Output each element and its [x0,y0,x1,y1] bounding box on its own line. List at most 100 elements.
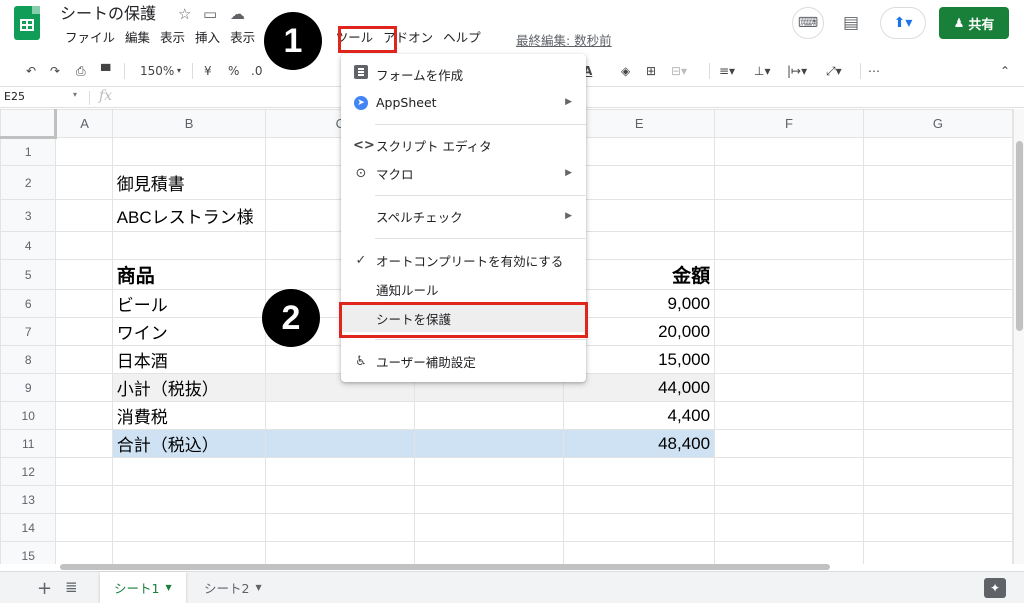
cell[interactable] [714,457,864,486]
cell[interactable] [862,485,1013,514]
cell[interactable] [111,513,267,542]
name-box-chevron-icon[interactable]: ▾ [73,90,77,99]
cell-e[interactable]: 48,400 [563,429,716,458]
sheet-tab-2[interactable]: シート2 ▼ [190,572,276,603]
cell[interactable] [55,401,113,430]
undo-icon[interactable]: ↶ [26,62,36,80]
horizontal-scrollbar[interactable] [60,563,1010,571]
document-title[interactable]: シートの保護 [60,4,156,24]
cell[interactable] [862,289,1013,318]
cell[interactable] [55,317,113,346]
cell[interactable] [55,165,113,200]
sheet-tab-1[interactable]: シート1 ▼ [100,572,186,603]
cell-e[interactable]: 15,000 [563,345,716,374]
row-header[interactable]: 2 [0,165,57,200]
vertical-align-icon[interactable]: ⊥▾ [754,62,770,80]
cell[interactable] [862,541,1013,564]
cell[interactable] [714,541,864,564]
cell[interactable] [265,485,416,514]
cell[interactable] [714,373,864,402]
row-header[interactable]: 7 [0,317,57,346]
column-header[interactable]: G [862,109,1013,138]
meet-present-button[interactable]: ⌨ [792,7,824,39]
cell[interactable] [862,199,1013,232]
present-to-meeting-button[interactable]: ⬆▾ [880,7,926,39]
horizontal-align-icon[interactable]: ≡▾ [719,62,735,80]
all-sheets-icon[interactable]: ≣ [65,578,78,596]
sheets-logo-icon[interactable] [14,6,40,40]
cell[interactable] [414,401,565,430]
menu-insert[interactable]: 挿入 [190,28,225,48]
percent-format-button[interactable]: % [228,62,239,80]
cell[interactable] [55,345,113,374]
cell[interactable] [714,137,864,166]
cell-e[interactable] [563,199,716,232]
cell[interactable] [265,401,416,430]
menu-item-spellcheck[interactable]: スペルチェック ▶ [341,202,586,230]
cell[interactable] [563,541,716,564]
cell-b[interactable]: 商品 [111,259,267,290]
menu-addons[interactable]: アドオン [378,28,438,48]
menu-view[interactable]: 表示 [155,28,190,48]
share-button[interactable]: ♟ 共有 [939,7,1009,39]
cell[interactable] [714,401,864,430]
cell-e[interactable] [563,137,716,166]
row-header[interactable]: 4 [0,231,57,260]
cell[interactable] [55,199,113,232]
text-wrap-icon[interactable]: |↦▾ [787,62,807,80]
cell[interactable] [862,373,1013,402]
row-header[interactable]: 8 [0,345,57,374]
menu-edit[interactable]: 編集 [120,28,155,48]
cell[interactable] [414,513,565,542]
menu-help[interactable]: ヘルプ [438,28,486,48]
cell-b[interactable]: 御見積書 [111,165,267,200]
cell[interactable] [111,457,267,486]
cell[interactable] [714,345,864,374]
cell[interactable] [862,457,1013,486]
cell[interactable] [714,199,864,232]
cell-e[interactable]: 20,000 [563,317,716,346]
column-header[interactable]: F [714,109,864,138]
cell[interactable] [862,165,1013,200]
menu-item-create-form[interactable]: フォームを作成 [341,60,586,88]
redo-icon[interactable]: ↷ [50,62,60,80]
menu-item-autocomplete[interactable]: ✓ オートコンプリートを有効にする [341,246,586,274]
explore-icon[interactable]: ✦ [984,578,1006,598]
menu-item-accessibility[interactable]: ♿ ユーザー補助設定 [341,347,586,375]
cell[interactable] [714,231,864,260]
cell[interactable] [55,137,113,166]
borders-icon[interactable]: ⊞ [646,62,656,80]
cell[interactable] [55,373,113,402]
cell[interactable] [563,457,716,486]
cell[interactable] [55,513,113,542]
cell-e[interactable]: 44,000 [563,373,716,402]
menu-item-script-editor[interactable]: <> スクリプト エディタ [341,131,586,159]
cell[interactable] [55,231,113,260]
cell-b[interactable]: 小計（税抜） [111,373,267,402]
column-header[interactable]: E [563,109,716,138]
cell-e[interactable]: 金額 [563,259,716,290]
cell-b[interactable]: 日本酒 [111,345,267,374]
cell-e[interactable] [563,231,716,260]
cell[interactable] [563,485,716,514]
cell-b[interactable] [111,137,267,166]
cell[interactable] [862,137,1013,166]
row-header[interactable]: 11 [0,429,57,458]
cell[interactable] [714,165,864,200]
menu-file[interactable]: ファイル [60,28,120,48]
cell[interactable] [862,345,1013,374]
cell[interactable] [55,289,113,318]
cell[interactable] [55,485,113,514]
cell[interactable] [714,513,864,542]
cell-e[interactable]: 9,000 [563,289,716,318]
cell[interactable] [714,289,864,318]
cell-b[interactable]: ワイン [111,317,267,346]
zoom-select[interactable]: 150% [140,62,174,80]
comments-button[interactable]: ▤ [838,10,864,36]
cell[interactable] [862,429,1013,458]
paint-format-icon[interactable]: ▀ [101,62,110,80]
row-header[interactable]: 12 [0,457,57,486]
row-header[interactable]: 1 [0,137,57,166]
cell[interactable] [414,457,565,486]
cell[interactable] [714,485,864,514]
